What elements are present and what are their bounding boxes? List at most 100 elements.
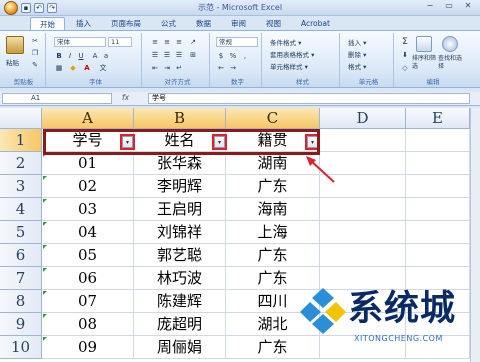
cell-b9[interactable]: 庞超明 [134, 313, 226, 336]
column-header-c[interactable]: C [226, 108, 320, 129]
row-header-8[interactable]: 8 [0, 290, 42, 313]
cell-b7[interactable]: 林巧波 [134, 267, 226, 290]
shrink-font-icon[interactable]: a [101, 51, 111, 61]
column-header-a[interactable]: A [42, 108, 134, 129]
wrap-text-icon[interactable]: ↵ [174, 63, 184, 73]
cell-a2[interactable]: 01 [42, 152, 134, 175]
grow-font-icon[interactable]: A [90, 51, 100, 61]
cell-b8[interactable]: 陈建辉 [134, 290, 226, 313]
comma-icon[interactable]: , [240, 51, 250, 61]
row-header-9[interactable]: 9 [0, 313, 42, 336]
fill-color-icon[interactable]: ◆ [68, 63, 78, 73]
cell-e1[interactable] [406, 129, 470, 152]
tab-home[interactable]: 开始 [30, 17, 65, 30]
format-as-table-button[interactable]: 套用表格格式 ▾ [270, 49, 314, 59]
border-icon[interactable]: ▦ [54, 63, 64, 73]
cell-e2[interactable] [406, 152, 470, 175]
bold-icon[interactable]: B [54, 51, 64, 61]
cell-a5[interactable]: 04 [42, 221, 134, 244]
cell-b10[interactable]: 周俪娟 [134, 336, 226, 359]
cell-a3[interactable]: 02 [42, 175, 134, 198]
cell-c6[interactable]: 广东 [226, 244, 320, 267]
row-header-5[interactable]: 5 [0, 221, 42, 244]
cell-a8[interactable]: 07 [42, 290, 134, 313]
copy-icon[interactable]: ❐ [30, 48, 40, 58]
underline-icon[interactable]: U [76, 51, 86, 61]
maximize-button[interactable]: ▭ [441, 1, 457, 12]
column-header-b[interactable]: B [134, 108, 226, 129]
cell-a10[interactable]: 09 [42, 336, 134, 359]
delete-cells-button[interactable]: 删除 ▾ [348, 49, 366, 59]
align-middle-icon[interactable]: ≡ [162, 37, 172, 47]
tab-page-layout[interactable]: 页面布局 [102, 17, 150, 30]
row-header-6[interactable]: 6 [0, 244, 42, 267]
conditional-format-button[interactable]: 条件格式 ▾ [270, 37, 301, 47]
phonetic-icon[interactable]: 文 [98, 63, 108, 73]
tab-acrobat[interactable]: Acrobat [292, 17, 339, 30]
paste-button[interactable]: 粘贴 [6, 57, 19, 67]
tab-data[interactable]: 数据 [187, 17, 220, 30]
clear-icon[interactable]: ◇ [400, 63, 410, 73]
align-right-icon[interactable]: ☰ [174, 50, 184, 60]
row-header-2[interactable]: 2 [0, 152, 42, 175]
row-header-4[interactable]: 4 [0, 198, 42, 221]
tab-view[interactable]: 视图 [257, 17, 290, 30]
sort-filter-icon[interactable] [416, 36, 432, 52]
align-center-icon[interactable]: ☰ [162, 50, 172, 60]
format-cells-button[interactable]: 格式 ▾ [348, 61, 366, 71]
column-header-d[interactable]: D [320, 108, 406, 129]
font-color-icon[interactable]: A [82, 63, 92, 73]
find-select-icon[interactable] [442, 36, 458, 52]
cell-e4[interactable] [406, 198, 470, 221]
align-top-icon[interactable]: ≡ [150, 37, 160, 47]
tab-formulas[interactable]: 公式 [152, 17, 185, 30]
cell-d1[interactable] [320, 129, 406, 152]
cell-b3[interactable]: 李明辉 [134, 175, 226, 198]
italic-icon[interactable]: I [65, 51, 75, 61]
fill-icon[interactable]: ⬇ [400, 50, 410, 60]
close-button[interactable]: ✕ [460, 1, 476, 12]
cell-a6[interactable]: 05 [42, 244, 134, 267]
paste-icon[interactable] [6, 36, 24, 54]
fx-icon[interactable]: fx [122, 93, 129, 102]
percent-icon[interactable]: % [228, 51, 238, 61]
cell-a7[interactable]: 06 [42, 267, 134, 290]
cell-b6[interactable]: 郭艺聪 [134, 244, 226, 267]
cell-a4[interactable]: 03 [42, 198, 134, 221]
orientation-icon[interactable]: ↗ [188, 37, 198, 47]
font-size-select[interactable]: 11 [108, 37, 132, 47]
row-header-1[interactable]: 1 [0, 129, 42, 152]
cut-icon[interactable]: ✂ [30, 36, 40, 46]
align-bottom-icon[interactable]: ≡ [174, 37, 184, 47]
cell-d5[interactable] [320, 221, 406, 244]
row-header-3[interactable]: 3 [0, 175, 42, 198]
find-select-button[interactable]: 查找和选择 [438, 55, 464, 71]
cell-a9[interactable]: 08 [42, 313, 134, 336]
decrease-indent-icon[interactable]: ⇤ [150, 63, 160, 73]
format-painter-icon[interactable]: ✎ [30, 60, 40, 70]
cell-b2[interactable]: 张华森 [134, 152, 226, 175]
insert-cells-button[interactable]: 插入 ▾ [348, 37, 366, 47]
autosum-icon[interactable]: Σ [400, 37, 410, 47]
name-box[interactable]: A1 [2, 93, 112, 104]
cell-c5[interactable]: 上海 [226, 221, 320, 244]
select-all-corner[interactable] [0, 108, 42, 129]
cell-e3[interactable] [406, 175, 470, 198]
merge-center-icon[interactable]: ⊞ [188, 50, 198, 60]
cell-e6[interactable] [406, 244, 470, 267]
cell-e5[interactable] [406, 221, 470, 244]
row-header-7[interactable]: 7 [0, 267, 42, 290]
cell-d4[interactable] [320, 198, 406, 221]
cell-c4[interactable]: 海南 [226, 198, 320, 221]
cell-d6[interactable] [320, 244, 406, 267]
sort-filter-button[interactable]: 排序和筛选 [412, 55, 436, 71]
minimize-button[interactable]: − [422, 1, 438, 12]
currency-icon[interactable]: $ [216, 51, 226, 61]
cell-b5[interactable]: 刘锦祥 [134, 221, 226, 244]
increase-indent-icon[interactable]: ⇥ [162, 63, 172, 73]
number-format-select[interactable]: 常规 [216, 37, 258, 47]
cell-styles-button[interactable]: 单元格样式 ▾ [270, 61, 308, 71]
align-left-icon[interactable]: ☰ [150, 50, 160, 60]
tab-insert[interactable]: 插入 [67, 17, 100, 30]
font-name-select[interactable]: 宋体 [54, 37, 106, 47]
